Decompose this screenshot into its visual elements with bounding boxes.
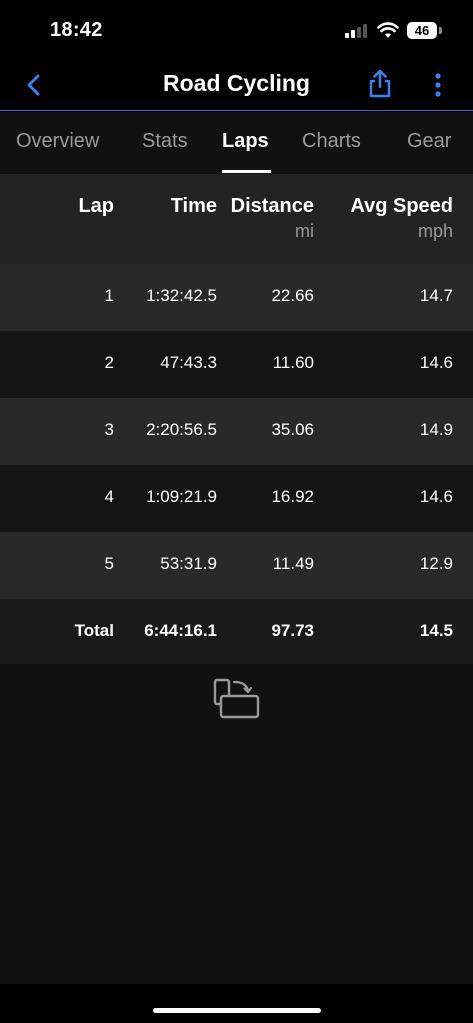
table-row: 1 1:32:42.5 22.66 14.7 [0, 264, 473, 331]
header-distance: Distance [230, 195, 314, 217]
status-bar: 18:42 46 [0, 0, 473, 60]
header-avg-speed: Avg Speed [350, 195, 453, 217]
total-label: Total [74, 621, 114, 640]
share-icon[interactable] [366, 68, 394, 100]
cell-avg-speed: 14.7 [419, 286, 453, 305]
table-row: 2 47:43.3 11.60 14.6 [0, 331, 473, 398]
content-area [0, 664, 473, 984]
cell-distance: 16.92 [271, 487, 314, 506]
more-vertical-icon[interactable] [428, 70, 448, 100]
header-avg-speed-unit: mph [417, 221, 453, 241]
battery-icon: 46 [407, 22, 437, 39]
cell-time: 47:43.3 [160, 353, 217, 372]
cell-time: 1:32:42.5 [146, 286, 217, 305]
table-row: 3 2:20:56.5 35.06 14.9 [0, 398, 473, 465]
cell-avg-speed: 12.9 [419, 554, 453, 573]
navigation-bar: Road Cycling [0, 60, 473, 111]
cell-time: 1:09:21.9 [146, 487, 217, 506]
cell-time: 53:31.9 [160, 554, 217, 573]
battery-tip [439, 27, 442, 34]
cell-time: 2:20:56.5 [146, 420, 217, 439]
table-header: Lap Time Distance mi Avg Speed mph [0, 174, 473, 264]
page-title: Road Cycling [163, 70, 310, 96]
tab-charts[interactable]: Charts [302, 130, 361, 153]
active-tab-indicator [222, 170, 271, 173]
header-distance-unit: mi [295, 221, 314, 241]
cell-distance: 11.49 [272, 554, 314, 573]
laps-table: Lap Time Distance mi Avg Speed mph 1 1:3… [0, 174, 473, 666]
tab-gear[interactable]: Gear [407, 130, 451, 153]
total-avg-speed: 14.5 [419, 621, 453, 640]
status-time: 18:42 [50, 19, 103, 41]
cell-avg-speed: 14.6 [419, 487, 453, 506]
tab-overview[interactable]: Overview [16, 130, 99, 153]
cellular-signal-icon [345, 24, 371, 38]
home-indicator[interactable] [153, 1008, 321, 1013]
tab-stats[interactable]: Stats [142, 130, 188, 153]
tab-laps[interactable]: Laps [222, 130, 269, 153]
cell-distance: 22.66 [271, 286, 314, 305]
total-row: Total 6:44:16.1 97.73 14.5 [0, 599, 473, 666]
header-time: Time [170, 195, 217, 217]
cell-lap: 5 [104, 554, 114, 573]
cell-avg-speed: 14.6 [419, 353, 453, 372]
total-time: 6:44:16.1 [144, 621, 217, 640]
cell-lap: 1 [104, 286, 114, 305]
cell-lap: 2 [104, 353, 114, 372]
table-row: 4 1:09:21.9 16.92 14.6 [0, 465, 473, 532]
wifi-icon [377, 22, 399, 38]
total-distance: 97.73 [271, 621, 314, 640]
home-indicator-area [0, 984, 473, 1023]
cell-lap: 4 [104, 487, 114, 506]
cell-distance: 35.06 [271, 420, 314, 439]
cell-avg-speed: 14.9 [419, 420, 453, 439]
table-row: 5 53:31.9 11.49 12.9 [0, 532, 473, 599]
battery-level: 46 [414, 23, 430, 38]
rotate-device-icon[interactable] [212, 676, 262, 722]
header-lap: Lap [78, 195, 114, 217]
cell-lap: 3 [104, 420, 114, 439]
tab-bar: Overview Stats Laps Charts Gear [0, 112, 473, 174]
cell-distance: 11.60 [272, 353, 314, 372]
